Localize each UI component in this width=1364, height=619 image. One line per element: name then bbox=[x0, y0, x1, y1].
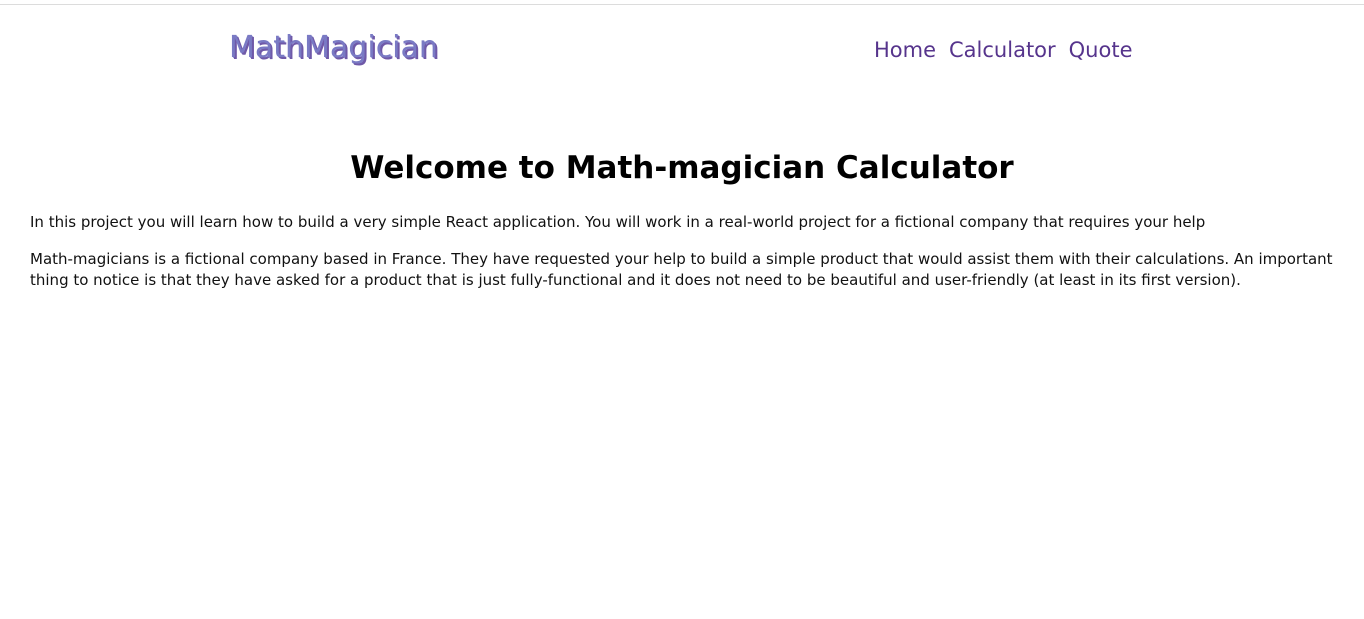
page-title: Welcome to Math-magician Calculator bbox=[350, 150, 1014, 186]
nav-link-home[interactable]: Home bbox=[874, 37, 936, 63]
site-header: MathMagician Home Calculator Quote bbox=[0, 0, 1364, 100]
nav-link-quote[interactable]: Quote bbox=[1069, 37, 1133, 63]
intro-paragraph: In this project you will learn how to bu… bbox=[30, 213, 1206, 231]
main-content: Welcome to Math-magician Calculator In t… bbox=[30, 148, 1334, 307]
nav-link-calculator[interactable]: Calculator bbox=[949, 37, 1056, 63]
logo[interactable]: MathMagician bbox=[229, 30, 438, 66]
description-paragraph: Math-magicians is a fictional company ba… bbox=[30, 250, 1333, 289]
main-nav: Home Calculator Quote bbox=[874, 37, 1133, 63]
